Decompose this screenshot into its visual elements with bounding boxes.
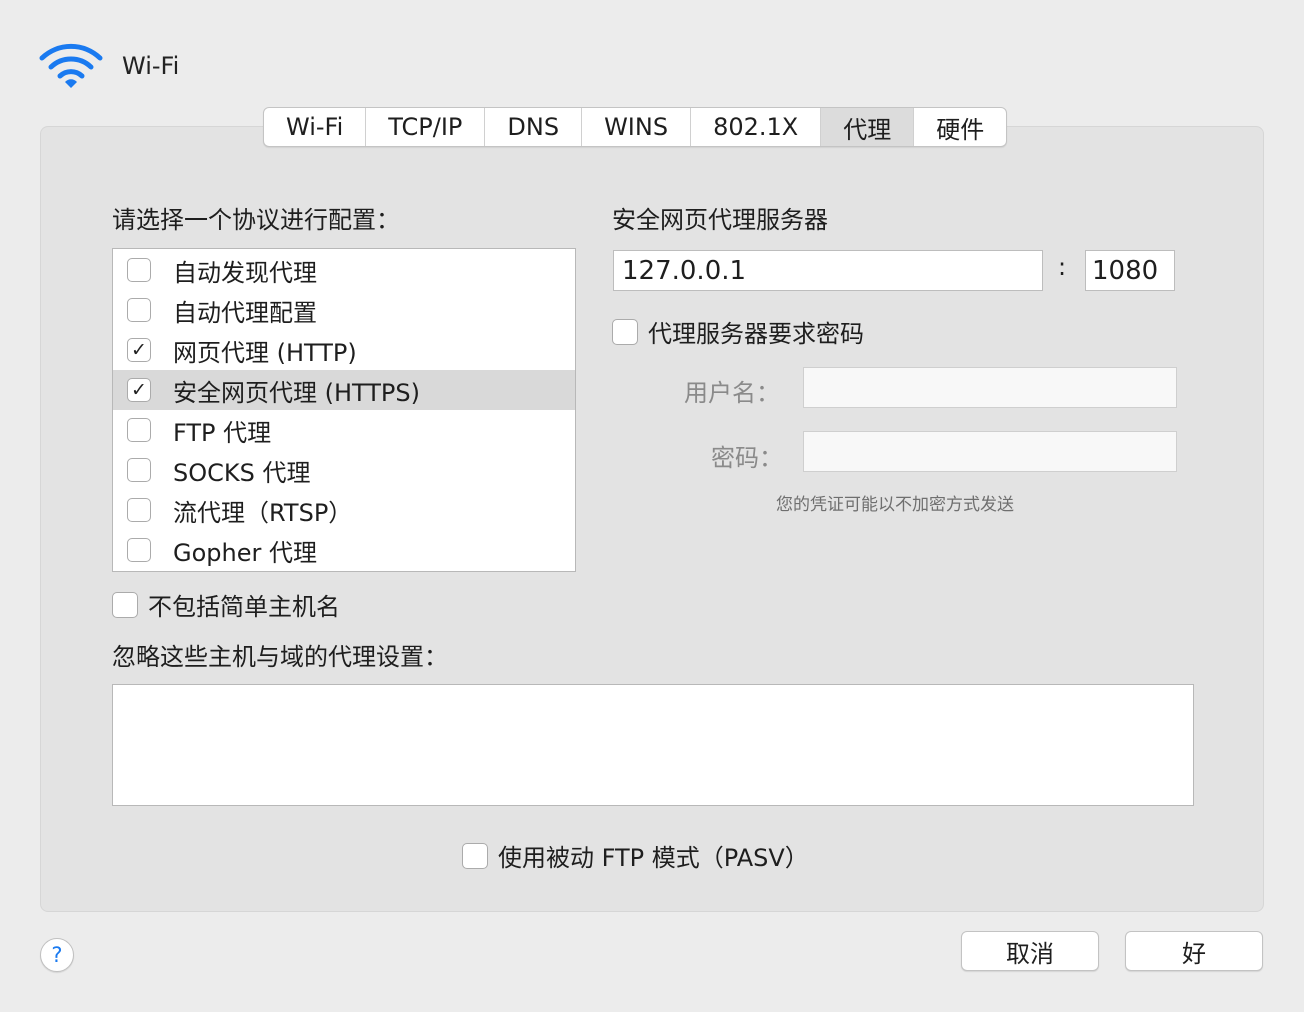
protocol-checkbox-socks[interactable] xyxy=(127,458,151,482)
password-input[interactable] xyxy=(803,431,1177,472)
protocol-checkbox-rtsp[interactable] xyxy=(127,498,151,522)
passive-ftp-label: 使用被动 FTP 模式（PASV） xyxy=(498,844,809,872)
protocol-row-https[interactable]: ✓ 安全网页代理 (HTTPS) xyxy=(113,370,575,410)
protocol-checkbox-http[interactable]: ✓ xyxy=(127,338,151,362)
require-password-checkbox[interactable] xyxy=(612,318,638,345)
protocol-list: 自动发现代理 自动代理配置 ✓ 网页代理 (HTTP) ✓ 安全网页代理 (HT… xyxy=(112,248,576,572)
require-password[interactable]: 代理服务器要求密码 xyxy=(612,314,864,349)
protocol-checkbox-auto-config[interactable] xyxy=(127,298,151,322)
proxy-port-input[interactable]: 1080 xyxy=(1085,250,1175,291)
protocol-list-heading: 请选择一个协议进行配置： xyxy=(112,206,400,234)
exclude-simple-hostnames-checkbox[interactable] xyxy=(112,591,138,618)
exclude-simple-hostnames-label: 不包括简单主机名 xyxy=(148,593,340,621)
protocol-row-auto-config[interactable]: 自动代理配置 xyxy=(113,290,575,330)
protocol-row-gopher[interactable]: Gopher 代理 xyxy=(113,530,575,570)
cancel-button[interactable]: 取消 xyxy=(961,931,1099,971)
protocol-label-https: 安全网页代理 (HTTPS) xyxy=(173,378,421,407)
ok-button[interactable]: 好 xyxy=(1125,931,1263,971)
require-password-label: 代理服务器要求密码 xyxy=(648,320,864,348)
protocol-row-rtsp[interactable]: 流代理（RTSP） xyxy=(113,490,575,530)
protocol-label-gopher: Gopher 代理 xyxy=(173,538,317,567)
wifi-icon xyxy=(38,41,104,91)
protocol-checkbox-auto-discovery[interactable] xyxy=(127,258,151,282)
tab-wifi[interactable]: Wi-Fi xyxy=(264,108,367,146)
protocol-label-ftp: FTP 代理 xyxy=(173,418,272,447)
protocol-checkbox-gopher[interactable] xyxy=(127,538,151,562)
tab-proxy[interactable]: 代理 xyxy=(821,108,915,146)
bypass-heading: 忽略这些主机与域的代理设置： xyxy=(112,643,448,671)
protocol-label-rtsp: 流代理（RTSP） xyxy=(173,498,353,527)
protocol-row-http[interactable]: ✓ 网页代理 (HTTP) xyxy=(113,330,575,370)
username-label: 用户名： xyxy=(684,379,780,407)
window-title: Wi-Fi xyxy=(122,52,180,80)
tab-wins[interactable]: WINS xyxy=(582,108,692,146)
username-input[interactable] xyxy=(803,367,1177,408)
tab-bar: Wi-Fi TCP/IP DNS WINS 802.1X 代理 硬件 xyxy=(263,107,1008,147)
protocol-label-http: 网页代理 (HTTP) xyxy=(173,338,357,367)
protocol-checkbox-ftp[interactable] xyxy=(127,418,151,442)
tab-8021x[interactable]: 802.1X xyxy=(691,108,822,146)
bypass-hosts-textarea[interactable] xyxy=(112,684,1194,806)
proxy-server-heading: 安全网页代理服务器 xyxy=(612,206,828,234)
protocol-row-ftp[interactable]: FTP 代理 xyxy=(113,410,575,450)
tab-dns[interactable]: DNS xyxy=(485,108,583,146)
protocol-row-auto-discovery[interactable]: 自动发现代理 xyxy=(113,250,575,290)
protocol-checkbox-https[interactable]: ✓ xyxy=(127,378,151,402)
tab-tcpip[interactable]: TCP/IP xyxy=(366,108,486,146)
protocol-label-socks: SOCKS 代理 xyxy=(173,458,311,487)
protocol-row-socks[interactable]: SOCKS 代理 xyxy=(113,450,575,490)
protocol-label-auto-discovery: 自动发现代理 xyxy=(173,258,317,287)
proxy-host-input[interactable]: 127.0.0.1 xyxy=(613,250,1043,291)
window-header: Wi-Fi xyxy=(38,40,179,92)
password-label: 密码： xyxy=(711,444,783,472)
passive-ftp-checkbox[interactable] xyxy=(462,842,488,869)
credential-warning: 您的凭证可能以不加密方式发送 xyxy=(776,495,1014,515)
host-port-separator: : xyxy=(1058,253,1067,281)
passive-ftp[interactable]: 使用被动 FTP 模式（PASV） xyxy=(462,838,809,873)
tab-hardware[interactable]: 硬件 xyxy=(914,108,1006,146)
help-button[interactable]: ? xyxy=(40,938,74,972)
protocol-label-auto-config: 自动代理配置 xyxy=(173,298,317,327)
exclude-simple-hostnames[interactable]: 不包括简单主机名 xyxy=(112,587,340,622)
